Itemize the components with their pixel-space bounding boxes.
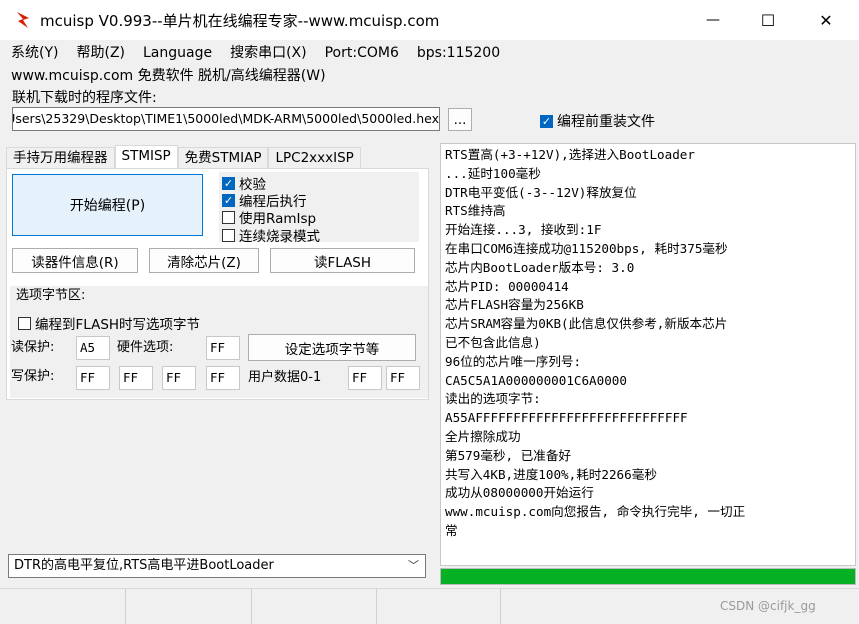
run-after-checkmark-icon: ✓ bbox=[222, 193, 235, 207]
log-line: 芯片FLASH容量为256KB bbox=[445, 297, 584, 313]
window-title: mcuisp V0.993--单片机在线编程专家--www.mcuisp.com bbox=[40, 12, 440, 30]
log-line: 读出的选项字节: bbox=[445, 391, 541, 407]
read-flash-button[interactable]: 读FLASH bbox=[270, 248, 415, 273]
file-label: 联机下载时的程序文件: bbox=[12, 90, 157, 106]
log-line: 常 bbox=[445, 522, 458, 538]
menu-row-2: www.mcuisp.com 免费软件 脱机/高线编程器(W) bbox=[0, 65, 333, 87]
log-line: 在串口COM6连接成功@115200bps, 耗时375毫秒 bbox=[445, 240, 728, 256]
user-data-label: 用户数据0-1 bbox=[248, 370, 322, 385]
set-option-bytes-button[interactable]: 设定选项字节等 bbox=[248, 334, 416, 361]
menu-bar: 系统(Y) 帮助(Z) Language 搜索串口(X) Port:COM6 b… bbox=[0, 40, 859, 88]
user-data-field-0[interactable]: FF bbox=[348, 366, 382, 390]
minimize-icon: — bbox=[706, 12, 720, 28]
log-line: 芯片内BootLoader版本号: 3.0 bbox=[445, 259, 635, 275]
log-line: 第579毫秒, 已准备好 bbox=[445, 447, 572, 463]
menu-search-port[interactable]: 搜索串口(X) bbox=[219, 42, 307, 64]
tab-free-stmiap[interactable]: 免费STMIAP bbox=[177, 147, 269, 169]
read-flash-label: 读FLASH bbox=[313, 254, 372, 271]
app-logo-icon bbox=[17, 12, 29, 28]
use-ramisp-label: 使用RamIsp bbox=[239, 211, 317, 227]
continuous-burn-box-icon bbox=[222, 228, 235, 242]
file-path-text: C:\Users\25329\Desktop\TIME1\5000led\MDK… bbox=[12, 111, 439, 126]
reload-checkmark-icon: ✓ bbox=[540, 114, 553, 128]
maximize-icon: ☐ bbox=[760, 10, 776, 30]
continuous-burn-label: 连续烧录模式 bbox=[239, 229, 320, 245]
log-line: RTS置高(+3-+12V),选择进入BootLoader bbox=[445, 147, 695, 162]
log-line: CA5C5A1A000000001C6A0000 bbox=[445, 372, 627, 388]
log-line: ...延时100毫秒 bbox=[445, 165, 541, 181]
chevron-down-icon: ﹀ bbox=[408, 559, 419, 572]
reload-before-program-checkbox[interactable]: ✓ 编程前重装文件 bbox=[540, 111, 655, 131]
write-option-bytes-label: 编程到FLASH时写选项字节 bbox=[35, 317, 201, 333]
reset-mode-value: DTR的高电平复位,RTS高电平进BootLoader bbox=[14, 558, 274, 573]
tab-handheld-programmer[interactable]: 手持万用编程器 bbox=[6, 147, 115, 169]
read-protect-field[interactable]: A5 bbox=[76, 336, 110, 360]
log-line: RTS维持高 bbox=[445, 203, 506, 219]
log-line: 已不包含此信息) bbox=[445, 334, 541, 350]
write-protect-field-0[interactable]: FF bbox=[76, 366, 110, 390]
menu-language[interactable]: Language bbox=[132, 42, 212, 64]
status-divider bbox=[125, 589, 126, 624]
start-programming-label: 开始编程(P) bbox=[69, 198, 146, 214]
menu-port[interactable]: Port:COM6 bbox=[314, 42, 399, 64]
write-protect-field-1[interactable]: FF bbox=[119, 366, 153, 390]
watermark: CSDN @cifjk_gg bbox=[720, 599, 816, 613]
continuous-burn-checkbox[interactable]: 连续烧录模式 bbox=[222, 225, 320, 245]
browse-label: ... bbox=[453, 111, 467, 128]
browse-button[interactable]: ... bbox=[448, 108, 472, 131]
erase-chip-label: 清除芯片(Z) bbox=[167, 254, 241, 271]
minimize-button[interactable]: — bbox=[690, 0, 736, 40]
log-line: 96位的芯片唯一序列号: bbox=[445, 353, 582, 369]
menu-offline-programmer[interactable]: www.mcuisp.com 免费软件 脱机/高线编程器(W) bbox=[0, 65, 326, 87]
progress-fill bbox=[441, 569, 855, 584]
log-line: 全片擦除成功 bbox=[445, 428, 521, 444]
use-ramisp-checkbox[interactable]: 使用RamIsp bbox=[222, 207, 316, 227]
menu-help[interactable]: 帮助(Z) bbox=[65, 42, 125, 64]
log-line: 芯片SRAM容量为0KB(此信息仅供参考,新版本芯片 bbox=[445, 316, 728, 332]
menu-system[interactable]: 系统(Y) bbox=[0, 42, 58, 64]
user-data-field-1[interactable]: FF bbox=[386, 366, 420, 390]
file-path-input[interactable]: C:\Users\25329\Desktop\TIME1\5000led\MDK… bbox=[12, 107, 440, 131]
read-device-info-button[interactable]: 读器件信息(R) bbox=[12, 248, 138, 273]
close-button[interactable]: ✕ bbox=[803, 0, 849, 40]
log-output[interactable]: RTS置高(+3-+12V),选择进入BootLoader ...延时100毫秒 D… bbox=[440, 143, 856, 566]
log-line: 芯片PID: 00000414 bbox=[445, 278, 569, 294]
verify-checkmark-icon: ✓ bbox=[222, 176, 235, 190]
progress-bar bbox=[440, 568, 856, 585]
reload-label: 编程前重装文件 bbox=[557, 114, 655, 130]
status-divider bbox=[251, 589, 252, 624]
write-option-bytes-checkbox[interactable]: 编程到FLASH时写选项字节 bbox=[18, 313, 200, 333]
read-device-info-label: 读器件信息(R) bbox=[31, 254, 119, 271]
set-option-bytes-label: 设定选项字节等 bbox=[284, 341, 380, 358]
reset-mode-select[interactable]: DTR的高电平复位,RTS高电平进BootLoader ﹀ bbox=[8, 554, 426, 578]
hardware-option-label: 硬件选项: bbox=[117, 340, 174, 355]
status-divider bbox=[376, 589, 377, 624]
tab-lpc2xxxisp[interactable]: LPC2xxxISP bbox=[268, 147, 361, 169]
start-programming-button[interactable]: 开始编程(P) bbox=[12, 174, 203, 236]
maximize-button[interactable]: ☐ bbox=[745, 0, 791, 40]
log-line: 开始连接...3, 接收到:1F bbox=[445, 222, 602, 238]
write-protect-field-3[interactable]: FF bbox=[206, 366, 240, 390]
tab-stmisp[interactable]: STMISP bbox=[114, 145, 178, 169]
log-line: DTR电平变低(-3--12V)释放复位 bbox=[445, 184, 637, 200]
use-ramisp-box-icon bbox=[222, 210, 235, 224]
menu-row-1: 系统(Y) 帮助(Z) Language 搜索串口(X) Port:COM6 b… bbox=[0, 42, 507, 64]
log-line: 成功从08000000开始运行 bbox=[445, 485, 594, 501]
write-protect-field-2[interactable]: FF bbox=[162, 366, 196, 390]
status-divider bbox=[500, 589, 501, 624]
erase-chip-button[interactable]: 清除芯片(Z) bbox=[149, 248, 259, 273]
menu-bps[interactable]: bps:115200 bbox=[406, 42, 500, 64]
write-option-bytes-box-icon bbox=[18, 316, 31, 330]
read-protect-label: 读保护: bbox=[11, 340, 55, 355]
write-protect-label: 写保护: bbox=[11, 369, 55, 384]
log-line: 共写入4KB,进度100%,耗时2266毫秒 bbox=[445, 466, 657, 482]
close-icon: ✕ bbox=[819, 10, 833, 30]
hardware-option-field[interactable]: FF bbox=[206, 336, 240, 360]
log-line: A55AFFFFFFFFFFFFFFFFFFFFFFFFFFFF bbox=[445, 410, 688, 426]
option-bytes-group-label: 选项字节区: bbox=[16, 288, 86, 303]
log-line: www.mcuisp.com向您报告, 命令执行完毕, 一切正 bbox=[445, 504, 746, 520]
title-bar: mcuisp V0.993--单片机在线编程专家--www.mcuisp.com… bbox=[0, 0, 859, 40]
tab-strip: 手持万用编程器 STMISP 免费STMIAP LPC2xxxISP bbox=[6, 145, 361, 169]
